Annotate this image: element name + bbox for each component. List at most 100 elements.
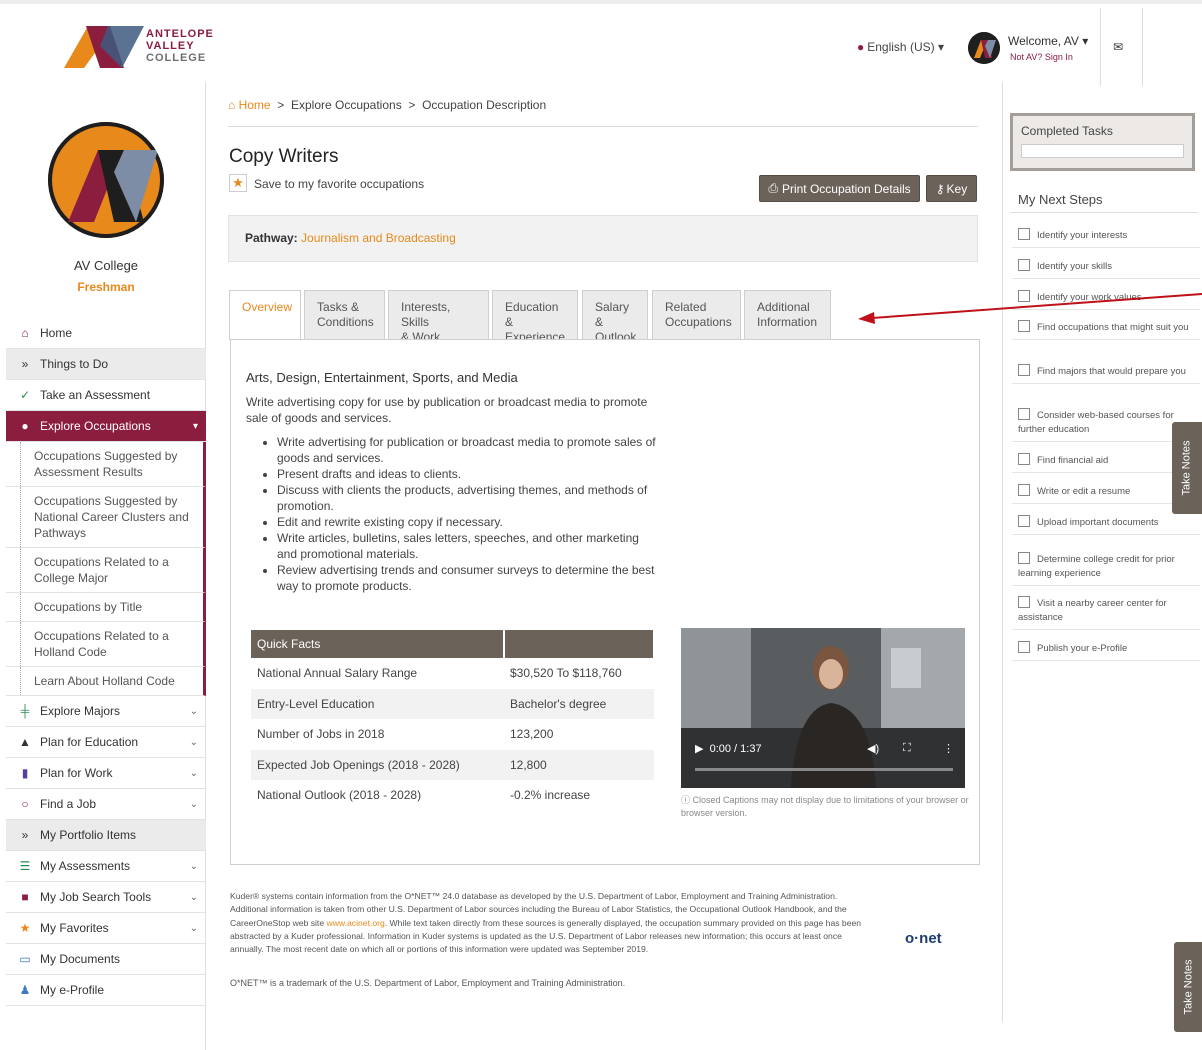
header-divider	[1100, 8, 1101, 86]
step-item[interactable]: Identify your skills	[1012, 259, 1200, 279]
nav-documents[interactable]: ▭ My Documents	[6, 944, 206, 975]
step-checkbox[interactable]	[1018, 364, 1030, 376]
onet-logo[interactable]: o·net	[905, 930, 942, 947]
language-selector[interactable]: ● English (US) ▾	[857, 40, 944, 54]
nav-sub-career-clusters[interactable]: Occupations Suggested by National Career…	[6, 487, 206, 548]
nav-sub-holland-code[interactable]: Occupations Related to a Holland Code	[6, 622, 206, 667]
language-label: English (US)	[867, 40, 935, 54]
nav-eprofile[interactable]: ♟ My e-Profile	[6, 975, 206, 1006]
pathway-link[interactable]: Journalism and Broadcasting	[301, 231, 456, 245]
nav-favorites[interactable]: ★ My Favorites ⌄	[6, 913, 206, 944]
tab-interests[interactable]: Interests, Skills& Work Values	[388, 290, 489, 359]
globe-icon: ●	[857, 40, 865, 54]
breadcrumb-explore[interactable]: Explore Occupations	[291, 98, 402, 112]
nav-sub-by-title[interactable]: Occupations by Title	[6, 593, 206, 622]
step-checkbox[interactable]	[1018, 408, 1030, 420]
profile-name: AV College	[73, 258, 139, 273]
tab-additional[interactable]: Additional Information	[744, 290, 831, 339]
breadcrumb-current: Occupation Description	[422, 98, 547, 112]
favorite-star-button[interactable]: ★	[229, 174, 247, 192]
nav-explore-majors[interactable]: ╪ Explore Majors ⌄	[6, 696, 206, 727]
nav-majors-label: Explore Majors	[40, 704, 121, 718]
save-favorite-label[interactable]: Save to my favorite occupations	[254, 177, 424, 191]
more-options-icon[interactable]: ⋮	[943, 742, 954, 755]
nav-explore-occupations[interactable]: ● Explore Occupations ▾	[6, 411, 206, 442]
fact-label: Expected Job Openings (2018 - 2028)	[251, 749, 504, 780]
chevron-down-icon: ⌄	[189, 860, 198, 872]
video-progress-bar[interactable]	[695, 768, 953, 771]
nav-portfolio[interactable]: » My Portfolio Items	[6, 820, 206, 851]
tab-salary[interactable]: Salary & Outlook	[582, 290, 648, 344]
step-checkbox[interactable]	[1018, 552, 1030, 564]
print-details-button[interactable]: ⎙ Print Occupation Details	[759, 175, 920, 202]
profile-avatar[interactable]	[48, 122, 164, 238]
divider	[228, 126, 978, 127]
video-controls: ▶ 0:00 / 1:37	[695, 742, 762, 755]
nav-find-job[interactable]: ○ Find a Job ⌄	[6, 789, 206, 820]
breadcrumb-home[interactable]: ⌂ Home	[228, 98, 271, 112]
breadcrumb-home-label: Home	[238, 98, 271, 112]
step-checkbox[interactable]	[1018, 641, 1030, 653]
volume-icon[interactable]: ◀)	[867, 742, 879, 755]
step-item[interactable]: Upload important documents	[1012, 515, 1200, 535]
take-notes-tab[interactable]: Take Notes	[1172, 422, 1202, 514]
signpost-icon: ╪	[20, 704, 30, 718]
user-icon: ♟	[19, 983, 31, 997]
nav-my-assessments-label: My Assessments	[40, 859, 131, 873]
logo-line-3: COLLEGE	[146, 52, 207, 64]
nav-sub-assessment-results[interactable]: Occupations Suggested by Assessment Resu…	[6, 442, 206, 487]
nav-take-assessment[interactable]: ✓ Take an Assessment	[6, 380, 206, 411]
step-item[interactable]: Visit a nearby career center for assista…	[1012, 596, 1200, 630]
take-notes-tab-bottom[interactable]: Take Notes	[1174, 942, 1202, 1032]
task-item: Edit and rewrite existing copy if necess…	[277, 514, 657, 530]
nav-plan-education[interactable]: ▲ Plan for Education ⌄	[6, 727, 206, 758]
step-checkbox[interactable]	[1018, 228, 1030, 240]
college-logo[interactable]: ANTELOPE VALLEY COLLEGE	[64, 22, 214, 72]
acinet-link[interactable]: www.acinet.org	[327, 918, 385, 928]
chevron-down-icon: ▾	[192, 420, 198, 432]
key-button[interactable]: ⚷ Key	[926, 175, 977, 202]
nav-plan-work[interactable]: ▮ Plan for Work ⌄	[6, 758, 206, 789]
step-label: Consider web-based courses for further e…	[1018, 410, 1174, 435]
nav-home[interactable]: ⌂ Home	[6, 318, 206, 349]
table-row: Expected Job Openings (2018 - 2028) 12,80…	[251, 749, 654, 780]
nav-work-label: Plan for Work	[40, 766, 113, 780]
step-item[interactable]: Identify your interests	[1012, 228, 1200, 248]
nav-documents-label: My Documents	[40, 952, 121, 966]
nav-job-tools[interactable]: ■ My Job Search Tools ⌄	[6, 882, 206, 913]
step-item[interactable]: Publish your e-Profile	[1012, 641, 1200, 661]
nav-education-label: Plan for Education	[40, 735, 139, 749]
nav-sub-college-major[interactable]: Occupations Related to a College Major	[6, 548, 206, 593]
tab-overview[interactable]: Overview	[229, 290, 301, 340]
header-avatar[interactable]	[968, 32, 1000, 64]
step-checkbox[interactable]	[1018, 484, 1030, 496]
nav-my-assessments[interactable]: ☰ My Assessments ⌄	[6, 851, 206, 882]
step-item[interactable]: Determine college credit for prior learn…	[1012, 552, 1200, 586]
fullscreen-icon[interactable]: ⛶	[903, 742, 911, 755]
nav-sub-learn-holland[interactable]: Learn About Holland Code	[6, 667, 206, 696]
welcome-menu[interactable]: Welcome, AV ▾	[1008, 34, 1088, 48]
quick-facts-table: Quick Facts National Annual Salary Range…	[251, 630, 655, 811]
tab-label-line1: Salary &	[595, 300, 630, 329]
header-divider	[1142, 8, 1143, 86]
step-checkbox[interactable]	[1018, 453, 1030, 465]
sign-in-link[interactable]: Not AV? Sign In	[1010, 52, 1073, 62]
tab-related[interactable]: Related Occupations	[652, 290, 741, 339]
mail-icon[interactable]: ✉	[1113, 40, 1123, 54]
logo-line-1: ANTELOPE	[146, 28, 214, 40]
step-checkbox[interactable]	[1018, 596, 1030, 608]
nav-things-to-do[interactable]: » Things to Do	[6, 349, 206, 380]
video-player[interactable]: ▶ 0:00 / 1:37 ◀) ⛶ ⋮	[681, 628, 965, 788]
step-item[interactable]: Find majors that would prepare you	[1012, 364, 1200, 384]
step-checkbox[interactable]	[1018, 515, 1030, 527]
tab-education[interactable]: Education & Experience	[492, 290, 578, 344]
tab-tasks[interactable]: Tasks & Conditions	[304, 290, 385, 339]
fact-label: National Outlook (2018 - 2028)	[257, 788, 422, 803]
tab-label-line1: Tasks &	[317, 300, 360, 314]
step-checkbox[interactable]	[1018, 259, 1030, 271]
fact-value: 12,800	[504, 749, 654, 780]
search-icon: ○	[21, 797, 29, 811]
print-button-label: Print Occupation Details	[781, 181, 911, 196]
table-row: National Outlook (2018 - 2028) -0.2% incr…	[251, 780, 654, 811]
play-icon[interactable]: ▶	[695, 743, 703, 755]
